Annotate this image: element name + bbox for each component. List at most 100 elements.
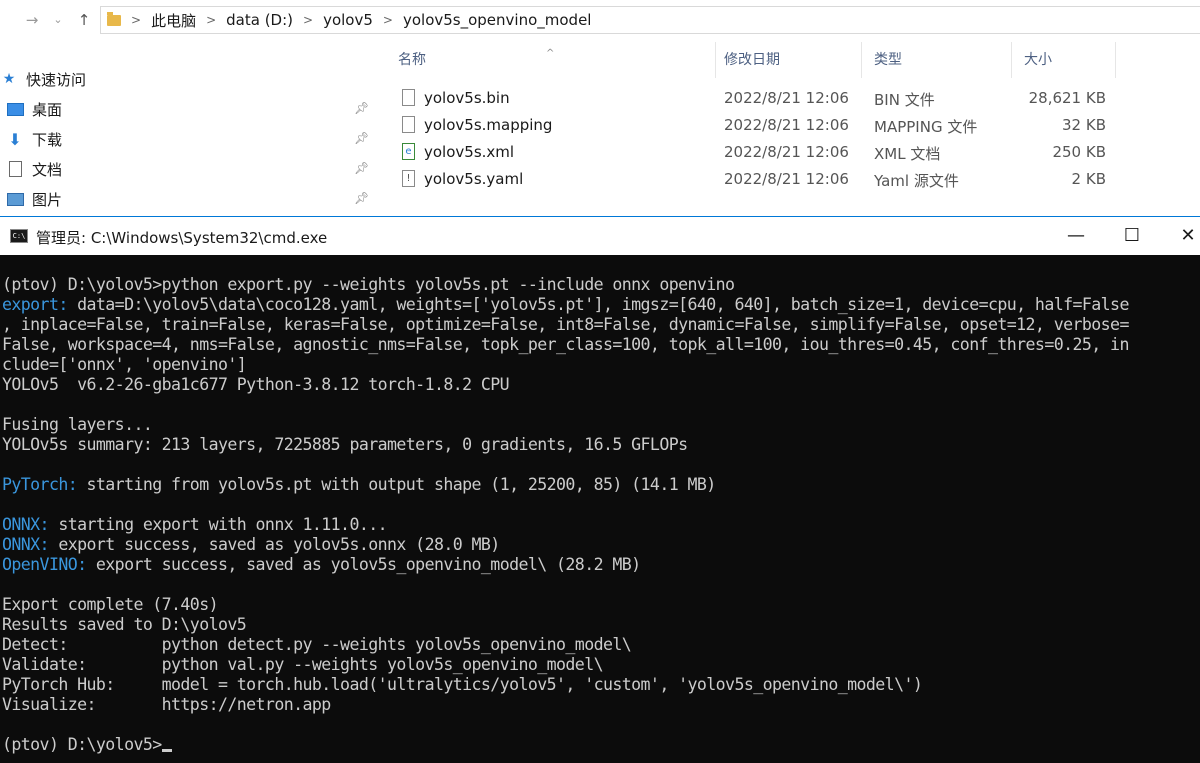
back-arrow-icon[interactable]: → bbox=[22, 10, 42, 30]
nav-item-pictures[interactable]: 图片 📌︎ bbox=[0, 184, 376, 214]
close-button[interactable]: ✕ bbox=[1160, 217, 1200, 255]
file-size: 32 KB bbox=[1062, 116, 1106, 134]
cmd-window: C:\ 管理员: C:\Windows\System32\cmd.exe — ☐… bbox=[0, 216, 1200, 763]
console-tag: PyTorch: bbox=[2, 475, 87, 494]
column-header-type[interactable]: 类型 bbox=[862, 42, 1012, 78]
console-line: Fusing layers... bbox=[2, 415, 1200, 435]
file-type: Yaml 源文件 bbox=[874, 172, 959, 190]
console-line: Export complete (7.40s) bbox=[2, 595, 1200, 615]
file-size: 250 KB bbox=[1052, 143, 1106, 161]
nav-item-documents[interactable]: 文档 📌︎ bbox=[0, 154, 376, 184]
console-text: export success, saved as yolov5s_openvin… bbox=[95, 555, 641, 574]
file-type: XML 文档 bbox=[874, 145, 941, 163]
file-row[interactable]: yolov5s.mapping 2022/8/21 12:06 MAPPING … bbox=[386, 112, 1166, 139]
nav-item-quick-access[interactable]: ★ 快速访问 bbox=[0, 64, 376, 94]
console-text: Fusing layers... bbox=[2, 415, 153, 434]
file-date: 2022/8/21 12:06 bbox=[724, 143, 849, 161]
console-line: Validate: python val.py --weights yolov5… bbox=[2, 655, 1200, 675]
nav-item-desktop[interactable]: 桌面 📌︎ bbox=[0, 94, 376, 124]
pin-icon[interactable]: 📌︎ bbox=[354, 131, 369, 145]
file-row[interactable]: yolov5s.bin 2022/8/21 12:06 BIN 文件 28,62… bbox=[386, 85, 1166, 112]
column-header-date[interactable]: 修改日期 bbox=[712, 42, 862, 78]
console-line: False, workspace=4, nms=False, agnostic_… bbox=[2, 335, 1200, 355]
console-text: YOLOv5s summary: 213 layers, 7225885 par… bbox=[2, 435, 688, 454]
console-text: export success, saved as yolov5s.onnx (2… bbox=[58, 535, 500, 554]
sort-ascending-icon: ^ bbox=[546, 48, 555, 59]
chevron-right-icon[interactable]: > bbox=[131, 13, 141, 27]
console-text: False, workspace=4, nms=False, agnostic_… bbox=[2, 335, 1129, 354]
file-date: 2022/8/21 12:06 bbox=[724, 89, 849, 107]
console-line: export: data=D:\yolov5\data\coco128.yaml… bbox=[2, 295, 1200, 315]
console-tag: export: bbox=[2, 295, 78, 314]
console-text: PyTorch Hub: model = torch.hub.load('ult… bbox=[2, 675, 923, 694]
cmd-titlebar[interactable]: C:\ 管理员: C:\Windows\System32\cmd.exe — ☐… bbox=[0, 217, 1200, 255]
nav-item-downloads[interactable]: ⬇ 下载 📌︎ bbox=[0, 124, 376, 154]
console-line: YOLOv5 v6.2-26-gba1c677 Python-3.8.12 to… bbox=[2, 375, 1200, 395]
column-headers: ^ 名称 修改日期 类型 大小 bbox=[386, 42, 1200, 78]
nav-item-label: 快速访问 bbox=[26, 70, 87, 89]
console-text: YOLOv5 v6.2-26-gba1c677 Python-3.8.12 to… bbox=[2, 375, 510, 394]
file-row[interactable]: e yolov5s.xml 2022/8/21 12:06 XML 文档 250… bbox=[386, 139, 1166, 166]
file-type: MAPPING 文件 bbox=[874, 118, 978, 136]
file-date: 2022/8/21 12:06 bbox=[724, 170, 849, 188]
console-output[interactable]: (ptov) D:\yolov5>python export.py --weig… bbox=[2, 275, 1200, 755]
navigation-pane: ★ 快速访问 桌面 📌︎ ⬇ 下载 📌︎ 文档 📌︎ 图片 📌︎ bbox=[0, 62, 376, 216]
console-line: Detect: python detect.py --weights yolov… bbox=[2, 635, 1200, 655]
yaml-file-icon: ! bbox=[402, 170, 415, 187]
column-header-size[interactable]: 大小 bbox=[1012, 42, 1116, 78]
chevron-right-icon[interactable]: > bbox=[206, 13, 216, 27]
file-type: BIN 文件 bbox=[874, 91, 935, 109]
text-cursor bbox=[161, 749, 172, 752]
console-line: Results saved to D:\yolov5 bbox=[2, 615, 1200, 635]
breadcrumb-item[interactable]: yolov5 bbox=[323, 11, 373, 29]
console-line: , inplace=False, train=False, keras=Fals… bbox=[2, 315, 1200, 335]
console-line: (ptov) D:\yolov5> bbox=[2, 735, 1200, 755]
folder-icon bbox=[107, 11, 121, 26]
document-icon bbox=[6, 161, 24, 177]
console-tag: OpenVINO: bbox=[2, 555, 96, 574]
nav-item-label: 图片 bbox=[32, 190, 63, 209]
file-icon bbox=[402, 89, 415, 106]
download-icon: ⬇ bbox=[8, 129, 22, 149]
xml-file-icon: e bbox=[402, 143, 415, 160]
breadcrumb-item[interactable]: 此电脑 bbox=[151, 10, 196, 31]
file-name: yolov5s.yaml bbox=[424, 170, 524, 188]
console-line: ONNX: export success, saved as yolov5s.o… bbox=[2, 535, 1200, 555]
console-line: ONNX: starting export with onnx 1.11.0..… bbox=[2, 515, 1200, 535]
console-line: PyTorch: starting from yolov5s.pt with o… bbox=[2, 475, 1200, 495]
console-text: (ptov) D:\yolov5>python export.py --weig… bbox=[2, 275, 735, 294]
recent-dropdown-icon[interactable]: ⌄ bbox=[48, 10, 68, 30]
breadcrumb-item[interactable]: yolov5s_openvino_model bbox=[403, 11, 592, 29]
console-text: Export complete (7.40s) bbox=[2, 595, 219, 614]
console-line: OpenVINO: export success, saved as yolov… bbox=[2, 555, 1200, 575]
console-text: , inplace=False, train=False, keras=Fals… bbox=[2, 315, 1129, 334]
file-row[interactable]: ! yolov5s.yaml 2022/8/21 12:06 Yaml 源文件 … bbox=[386, 166, 1166, 193]
pin-icon[interactable]: 📌︎ bbox=[354, 191, 369, 205]
chevron-right-icon[interactable]: > bbox=[383, 13, 393, 27]
column-header-name[interactable]: ^ 名称 bbox=[386, 42, 716, 78]
address-bar[interactable]: > 此电脑 > data (D:) > yolov5 > yolov5s_ope… bbox=[100, 6, 1200, 34]
console-line: PyTorch Hub: model = torch.hub.load('ult… bbox=[2, 675, 1200, 695]
console-line: clude=['onnx', 'openvino'] bbox=[2, 355, 1200, 375]
breadcrumb-item[interactable]: data (D:) bbox=[226, 11, 293, 29]
nav-item-label: 文档 bbox=[32, 160, 63, 179]
file-explorer-window: → ⌄ ↑ > 此电脑 > data (D:) > yolov5 > yolov… bbox=[0, 0, 1200, 216]
cmd-icon: C:\ bbox=[10, 229, 28, 243]
console-line: (ptov) D:\yolov5>python export.py --weig… bbox=[2, 275, 1200, 295]
chevron-right-icon[interactable]: > bbox=[303, 13, 313, 27]
pin-icon[interactable]: 📌︎ bbox=[354, 161, 369, 175]
file-icon bbox=[402, 116, 415, 133]
up-arrow-icon[interactable]: ↑ bbox=[74, 10, 94, 30]
console-tag: ONNX: bbox=[2, 515, 59, 534]
pin-icon[interactable]: 📌︎ bbox=[354, 101, 369, 115]
maximize-button[interactable]: ☐ bbox=[1104, 217, 1160, 255]
console-text: Results saved to D:\yolov5 bbox=[2, 615, 247, 634]
console-text: Detect: python detect.py --weights yolov… bbox=[2, 635, 632, 654]
console-text: starting export with onnx 1.11.0... bbox=[58, 515, 388, 534]
file-size: 2 KB bbox=[1071, 170, 1106, 188]
minimize-button[interactable]: — bbox=[1048, 217, 1104, 255]
